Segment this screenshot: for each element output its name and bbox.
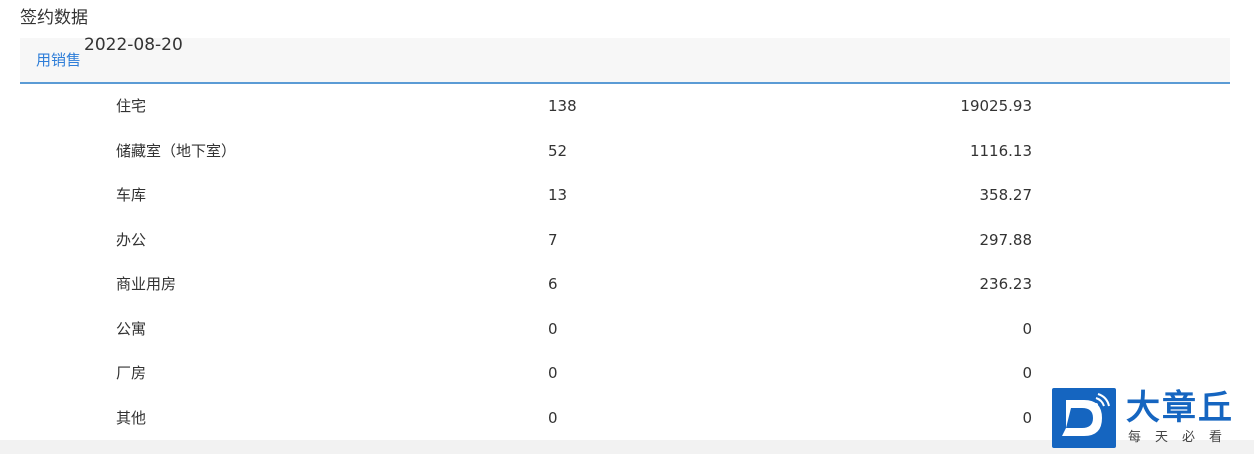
area-value: 358.27 (979, 186, 1033, 204)
area-value: 297.88 (979, 230, 1033, 249)
property-type: 办公 (116, 230, 147, 249)
unit-count: 138 (548, 97, 577, 115)
property-type: 商业用房 (116, 275, 177, 293)
property-type: 车库 (116, 186, 147, 204)
tab-bar: 用销售 2022-08-20 (20, 35, 1230, 84)
table-row: 其他 0 0 (20, 396, 1230, 441)
area-value: 0 (1022, 408, 1032, 427)
area-value: 236.23 (979, 275, 1033, 293)
table-row: 办公 7 297.88 (20, 218, 1230, 263)
date-label: 2022-08-20 (84, 35, 183, 55)
signing-data-panel: 用销售 2022-08-20 住宅 138 19025.93 储藏室（地下室） … (20, 35, 1230, 440)
brand-name: 大章丘 (1126, 388, 1234, 428)
property-type: 储藏室（地下室） (116, 141, 237, 160)
unit-count: 0 (548, 319, 558, 338)
property-type: 厂房 (116, 364, 147, 382)
unit-count: 52 (548, 141, 568, 160)
area-value: 0 (1022, 364, 1032, 382)
brand-tagline: 每天必看 (1128, 430, 1237, 445)
table-row: 商业用房 6 236.23 (20, 262, 1230, 307)
table-row: 储藏室（地下室） 52 1116.13 (20, 129, 1230, 174)
area-value: 0 (1022, 319, 1032, 338)
unit-count: 0 (548, 408, 558, 427)
table-row: 住宅 138 19025.93 (20, 84, 1230, 129)
property-type: 住宅 (116, 97, 147, 115)
property-type: 其他 (116, 408, 147, 427)
watermark: 大章丘 每天必看 (1052, 386, 1254, 454)
data-table: 住宅 138 19025.93 储藏室（地下室） 52 1116.13 车库 1… (20, 84, 1230, 440)
tab-sales-usage[interactable]: 用销售 (36, 50, 84, 70)
table-row: 厂房 0 0 (20, 351, 1230, 396)
table-row: 公寓 0 0 (20, 307, 1230, 352)
page: 签约数据 用销售 2022-08-20 住宅 138 19025.93 储藏室（… (0, 0, 1254, 454)
unit-count: 7 (548, 230, 558, 249)
property-type: 公寓 (116, 319, 147, 338)
unit-count: 13 (548, 186, 568, 204)
unit-count: 6 (548, 275, 558, 293)
area-value: 19025.93 (960, 97, 1032, 115)
section-title: 签约数据 (20, 8, 88, 28)
brand-logo-icon (1052, 388, 1116, 448)
unit-count: 0 (548, 364, 558, 382)
area-value: 1116.13 (969, 141, 1032, 160)
table-row: 车库 13 358.27 (20, 173, 1230, 218)
